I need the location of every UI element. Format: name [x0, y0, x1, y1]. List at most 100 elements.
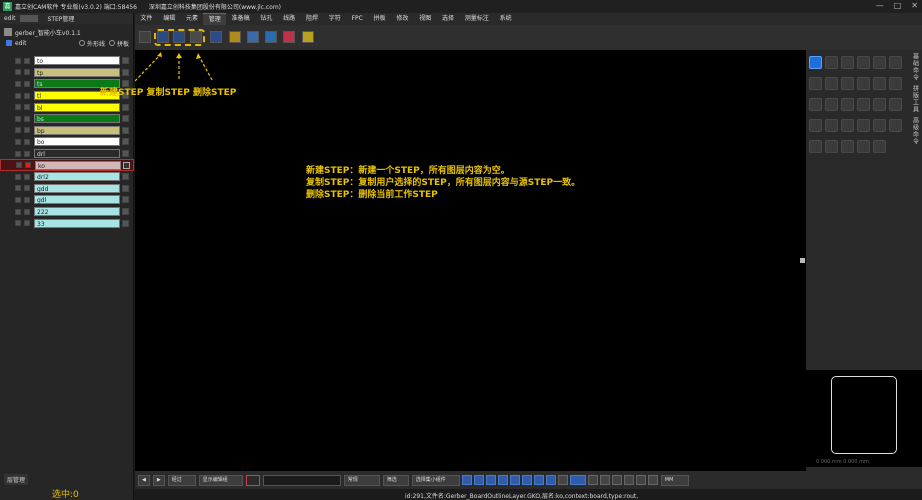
layer-visible-checkbox[interactable] [15, 127, 21, 134]
tool-icon-8[interactable] [265, 31, 277, 43]
close-icon[interactable]: ✕ [911, 1, 918, 10]
layer-visible-checkbox[interactable] [15, 196, 21, 203]
menu-item[interactable]: 文件 [135, 13, 158, 25]
layer-manager-button[interactable]: 层管理 [4, 474, 29, 485]
right-tool-icon[interactable] [825, 98, 838, 111]
layer-color-swatch[interactable] [24, 150, 30, 157]
layer-row[interactable]: gdl [0, 194, 134, 206]
right-tool-icon[interactable] [825, 77, 838, 90]
right-tool-icon[interactable] [873, 119, 886, 132]
tool-measure-icon[interactable] [587, 475, 598, 485]
layer-visible-checkbox[interactable] [15, 150, 21, 157]
layer-visible-checkbox[interactable] [15, 220, 21, 227]
right-tool-icon[interactable] [889, 56, 902, 69]
menu-item[interactable]: 编辑 [158, 13, 181, 25]
right-tool-icon[interactable] [841, 140, 854, 153]
tool-poly-icon[interactable] [485, 475, 496, 485]
filter-icon[interactable] [557, 475, 568, 485]
step-item[interactable]: edit 外形线 拼板 [0, 38, 133, 48]
right-tool-icon[interactable] [857, 77, 870, 90]
menu-item[interactable]: 元素 [181, 13, 204, 25]
layer-row[interactable]: bs [0, 113, 134, 125]
display-edit-group-button[interactable]: 显示编辑组 [198, 474, 243, 486]
layer-visible-checkbox[interactable] [15, 57, 21, 64]
tool-icon-6[interactable] [229, 31, 241, 43]
layer-color-swatch[interactable] [24, 173, 30, 180]
right-tool-icon[interactable] [889, 119, 902, 132]
right-tool-icon[interactable] [809, 77, 822, 90]
layer-option-icon[interactable] [122, 103, 129, 111]
layers-icon[interactable] [647, 475, 658, 485]
unit-select[interactable]: MM [660, 474, 689, 486]
layer-row[interactable]: bo [0, 136, 134, 148]
maximize-icon[interactable]: □ [894, 1, 902, 10]
layer-visible-checkbox[interactable] [15, 138, 21, 145]
layer-color-swatch[interactable] [25, 162, 31, 169]
tab-advanced-commands[interactable]: 高级命令 [911, 117, 920, 145]
right-tool-icon[interactable] [889, 77, 902, 90]
layer-color-swatch[interactable] [24, 115, 30, 122]
layer-visible-checkbox[interactable] [15, 208, 21, 215]
menu-item[interactable]: 测量标注 [459, 13, 494, 25]
tool-zoom-in-icon[interactable] [533, 475, 544, 485]
right-tool-icon[interactable] [873, 56, 886, 69]
layer-color-swatch[interactable] [24, 80, 30, 87]
right-tool-icon[interactable] [825, 119, 838, 132]
tab-edit[interactable]: edit [0, 15, 20, 22]
right-tool-icon[interactable] [809, 98, 822, 111]
menu-item[interactable]: 视图 [414, 13, 437, 25]
right-tool-icon[interactable] [809, 140, 822, 153]
right-tool-icon[interactable] [841, 98, 854, 111]
tab-step-manager[interactable]: STEP管理 [44, 14, 79, 23]
layer-color-swatch[interactable] [24, 57, 30, 64]
layer-option-icon[interactable] [123, 161, 130, 169]
layer-color-swatch[interactable] [24, 220, 30, 227]
right-tool-icon[interactable] [825, 56, 838, 69]
layer-color-swatch[interactable] [24, 185, 30, 192]
layer-color-swatch[interactable] [24, 69, 30, 76]
layer-row[interactable]: 33 [0, 217, 134, 229]
minimize-icon[interactable]: — [876, 1, 884, 10]
layer-option-icon[interactable] [122, 196, 129, 204]
right-tool-icon[interactable] [857, 56, 870, 69]
layer-color-swatch[interactable] [24, 138, 30, 145]
mode-select[interactable]: 经过 [167, 474, 196, 486]
menu-item[interactable]: 钻孔 [255, 13, 278, 25]
layer-option-icon[interactable] [122, 68, 129, 76]
tool-zoom-out-icon[interactable] [545, 475, 556, 485]
right-tool-icon[interactable] [841, 77, 854, 90]
board-preview[interactable]: 0.000 mm 0.000 mm [806, 370, 922, 467]
layer-visible-checkbox[interactable] [15, 69, 21, 76]
tool-icon-5[interactable] [210, 31, 222, 43]
tool-icon-9[interactable] [283, 31, 295, 43]
tab-blank[interactable] [19, 15, 38, 22]
right-tool-icon[interactable] [857, 98, 870, 111]
menu-item[interactable]: 管理 [203, 13, 227, 25]
layer-visible-checkbox[interactable] [16, 162, 22, 169]
select-frame-icon[interactable] [245, 474, 260, 486]
right-tool-icon[interactable] [873, 77, 886, 90]
right-tool-icon[interactable] [857, 140, 870, 153]
work-canvas[interactable] [135, 50, 806, 471]
layer-visible-checkbox[interactable] [15, 185, 21, 192]
filter-button[interactable]: 筛选 [382, 474, 409, 486]
tool-arc-icon[interactable] [497, 475, 508, 485]
collapse-arrow-icon[interactable] [800, 258, 805, 263]
layer-option-icon[interactable] [122, 150, 129, 158]
tool-distance-icon[interactable] [623, 475, 634, 485]
tool-circle-icon[interactable] [473, 475, 484, 485]
tab-panel-tools[interactable]: 拼版工具 [911, 85, 920, 113]
layer-option-icon[interactable] [122, 219, 129, 227]
right-tool-icon[interactable] [809, 119, 822, 132]
right-tool-icon[interactable] [809, 56, 822, 69]
layer-color-swatch[interactable] [24, 196, 30, 203]
right-tool-icon[interactable] [873, 140, 886, 153]
tool-icon-7[interactable] [247, 31, 259, 43]
menu-item[interactable]: 拼板 [368, 13, 391, 25]
layer-row[interactable]: drl2 [0, 171, 134, 183]
crosshair-icon[interactable] [635, 475, 646, 485]
layer-row[interactable]: ko [0, 159, 134, 171]
next-button[interactable]: ▶ [152, 474, 165, 486]
layer-option-icon[interactable] [122, 173, 129, 181]
layer-row[interactable]: to [0, 55, 134, 67]
